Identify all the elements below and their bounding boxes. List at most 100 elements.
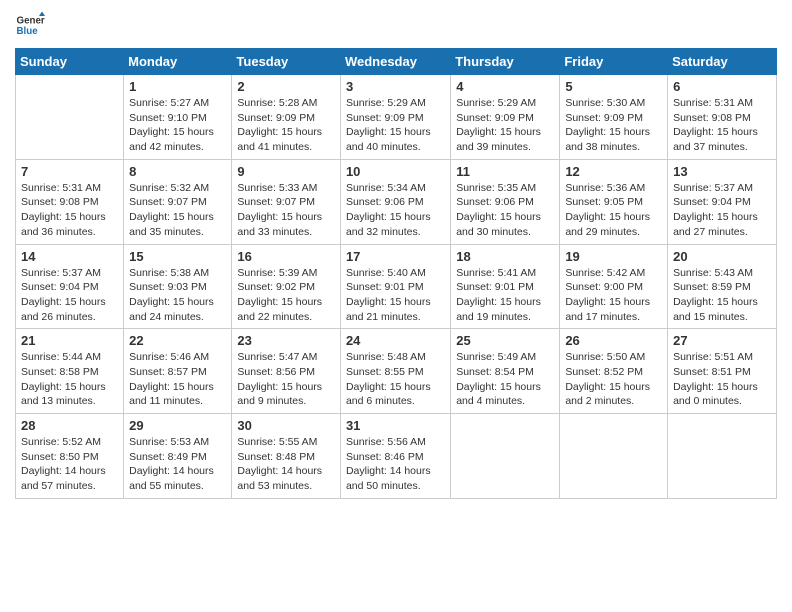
calendar-cell: 7Sunrise: 5:31 AM Sunset: 9:08 PM Daylig… [16,159,124,244]
day-number: 14 [21,249,118,264]
day-info: Sunrise: 5:52 AM Sunset: 8:50 PM Dayligh… [21,435,118,494]
week-row-3: 14Sunrise: 5:37 AM Sunset: 9:04 PM Dayli… [16,244,777,329]
day-number: 8 [129,164,226,179]
day-number: 21 [21,333,118,348]
day-info: Sunrise: 5:40 AM Sunset: 9:01 PM Dayligh… [346,266,445,325]
day-info: Sunrise: 5:47 AM Sunset: 8:56 PM Dayligh… [237,350,335,409]
day-info: Sunrise: 5:34 AM Sunset: 9:06 PM Dayligh… [346,181,445,240]
calendar-cell: 27 Sunrise: 5:51 AM Sunset: 8:51 PM Dayli… [668,329,777,414]
day-number: 20 [673,249,771,264]
calendar-cell: 28 Sunrise: 5:52 AM Sunset: 8:50 PM Dayli… [16,414,124,499]
day-info: Sunrise: 5:39 AM Sunset: 9:02 PM Dayligh… [237,266,335,325]
day-number: 31 [346,418,445,433]
header-friday: Friday [560,49,668,75]
calendar-cell: 9 Sunrise: 5:33 AM Sunset: 9:07 PM Daylig… [232,159,341,244]
day-number: 29 [129,418,226,433]
calendar-cell: 1 Sunrise: 5:27 AM Sunset: 9:10 PM Daylig… [124,75,232,160]
day-number: 25 [456,333,554,348]
logo: General Blue [15,10,49,40]
calendar-cell: 18Sunrise: 5:41 AM Sunset: 9:01 PM Dayli… [451,244,560,329]
calendar-cell: 29 Sunrise: 5:53 AM Sunset: 8:49 PM Dayli… [124,414,232,499]
day-number: 28 [21,418,118,433]
calendar-cell: 23 Sunrise: 5:47 AM Sunset: 8:56 PM Dayli… [232,329,341,414]
logo-icon: General Blue [15,10,45,40]
day-info: Sunrise: 5:29 AM Sunset: 9:09 PM Dayligh… [346,96,445,155]
calendar-cell: 15Sunrise: 5:38 AM Sunset: 9:03 PM Dayli… [124,244,232,329]
calendar-cell: 10 Sunrise: 5:34 AM Sunset: 9:06 PM Dayli… [340,159,450,244]
day-number: 23 [237,333,335,348]
day-info: Sunrise: 5:50 AM Sunset: 8:52 PM Dayligh… [565,350,662,409]
calendar-cell: 25 Sunrise: 5:49 AM Sunset: 8:54 PM Dayli… [451,329,560,414]
day-number: 5 [565,79,662,94]
calendar-cell: 11 Sunrise: 5:35 AM Sunset: 9:06 PM Dayli… [451,159,560,244]
day-info: Sunrise: 5:37 AM Sunset: 9:04 PM Dayligh… [673,181,771,240]
day-info: Sunrise: 5:48 AM Sunset: 8:55 PM Dayligh… [346,350,445,409]
day-number: 30 [237,418,335,433]
day-number: 11 [456,164,554,179]
calendar-cell: 30 Sunrise: 5:55 AM Sunset: 8:48 PM Dayli… [232,414,341,499]
calendar-cell: 5 Sunrise: 5:30 AM Sunset: 9:09 PM Daylig… [560,75,668,160]
calendar-cell: 4 Sunrise: 5:29 AM Sunset: 9:09 PM Daylig… [451,75,560,160]
day-number: 22 [129,333,226,348]
day-info: Sunrise: 5:44 AM Sunset: 8:58 PM Dayligh… [21,350,118,409]
svg-text:General: General [17,16,46,27]
day-number: 3 [346,79,445,94]
day-info: Sunrise: 5:30 AM Sunset: 9:09 PM Dayligh… [565,96,662,155]
calendar-cell [16,75,124,160]
calendar-cell: 24 Sunrise: 5:48 AM Sunset: 8:55 PM Dayli… [340,329,450,414]
day-info: Sunrise: 5:29 AM Sunset: 9:09 PM Dayligh… [456,96,554,155]
day-info: Sunrise: 5:42 AM Sunset: 9:00 PM Dayligh… [565,266,662,325]
calendar-cell: 16 Sunrise: 5:39 AM Sunset: 9:02 PM Dayli… [232,244,341,329]
calendar-cell: 17Sunrise: 5:40 AM Sunset: 9:01 PM Dayli… [340,244,450,329]
day-number: 18 [456,249,554,264]
day-number: 19 [565,249,662,264]
day-info: Sunrise: 5:51 AM Sunset: 8:51 PM Dayligh… [673,350,771,409]
day-number: 15 [129,249,226,264]
day-number: 9 [237,164,335,179]
day-info: Sunrise: 5:43 AM Sunset: 8:59 PM Dayligh… [673,266,771,325]
calendar-cell [668,414,777,499]
day-number: 10 [346,164,445,179]
day-number: 27 [673,333,771,348]
day-info: Sunrise: 5:56 AM Sunset: 8:46 PM Dayligh… [346,435,445,494]
calendar-cell: 19 Sunrise: 5:42 AM Sunset: 9:00 PM Dayli… [560,244,668,329]
day-info: Sunrise: 5:27 AM Sunset: 9:10 PM Dayligh… [129,96,226,155]
day-info: Sunrise: 5:33 AM Sunset: 9:07 PM Dayligh… [237,181,335,240]
day-number: 7 [21,164,118,179]
svg-text:Blue: Blue [17,26,39,37]
calendar-cell: 14Sunrise: 5:37 AM Sunset: 9:04 PM Dayli… [16,244,124,329]
day-info: Sunrise: 5:53 AM Sunset: 8:49 PM Dayligh… [129,435,226,494]
day-number: 24 [346,333,445,348]
day-info: Sunrise: 5:49 AM Sunset: 8:54 PM Dayligh… [456,350,554,409]
header-monday: Monday [124,49,232,75]
day-number: 12 [565,164,662,179]
calendar-table: SundayMondayTuesdayWednesdayThursdayFrid… [15,48,777,499]
calendar-cell [560,414,668,499]
day-number: 4 [456,79,554,94]
page-header: General Blue [15,10,777,40]
week-row-1: 1 Sunrise: 5:27 AM Sunset: 9:10 PM Daylig… [16,75,777,160]
header-saturday: Saturday [668,49,777,75]
calendar-cell: 12 Sunrise: 5:36 AM Sunset: 9:05 PM Dayli… [560,159,668,244]
header-sunday: Sunday [16,49,124,75]
day-number: 16 [237,249,335,264]
day-number: 13 [673,164,771,179]
day-info: Sunrise: 5:31 AM Sunset: 9:08 PM Dayligh… [673,96,771,155]
day-info: Sunrise: 5:36 AM Sunset: 9:05 PM Dayligh… [565,181,662,240]
day-info: Sunrise: 5:32 AM Sunset: 9:07 PM Dayligh… [129,181,226,240]
calendar-cell: 13 Sunrise: 5:37 AM Sunset: 9:04 PM Dayli… [668,159,777,244]
calendar-cell [451,414,560,499]
day-number: 1 [129,79,226,94]
day-number: 2 [237,79,335,94]
calendar-cell: 31 Sunrise: 5:56 AM Sunset: 8:46 PM Dayli… [340,414,450,499]
day-number: 26 [565,333,662,348]
week-row-5: 28 Sunrise: 5:52 AM Sunset: 8:50 PM Dayli… [16,414,777,499]
day-info: Sunrise: 5:35 AM Sunset: 9:06 PM Dayligh… [456,181,554,240]
week-row-4: 21 Sunrise: 5:44 AM Sunset: 8:58 PM Dayli… [16,329,777,414]
header-row: SundayMondayTuesdayWednesdayThursdayFrid… [16,49,777,75]
calendar-cell: 20 Sunrise: 5:43 AM Sunset: 8:59 PM Dayli… [668,244,777,329]
calendar-cell: 26 Sunrise: 5:50 AM Sunset: 8:52 PM Dayli… [560,329,668,414]
day-info: Sunrise: 5:55 AM Sunset: 8:48 PM Dayligh… [237,435,335,494]
day-info: Sunrise: 5:46 AM Sunset: 8:57 PM Dayligh… [129,350,226,409]
calendar-cell: 22 Sunrise: 5:46 AM Sunset: 8:57 PM Dayli… [124,329,232,414]
